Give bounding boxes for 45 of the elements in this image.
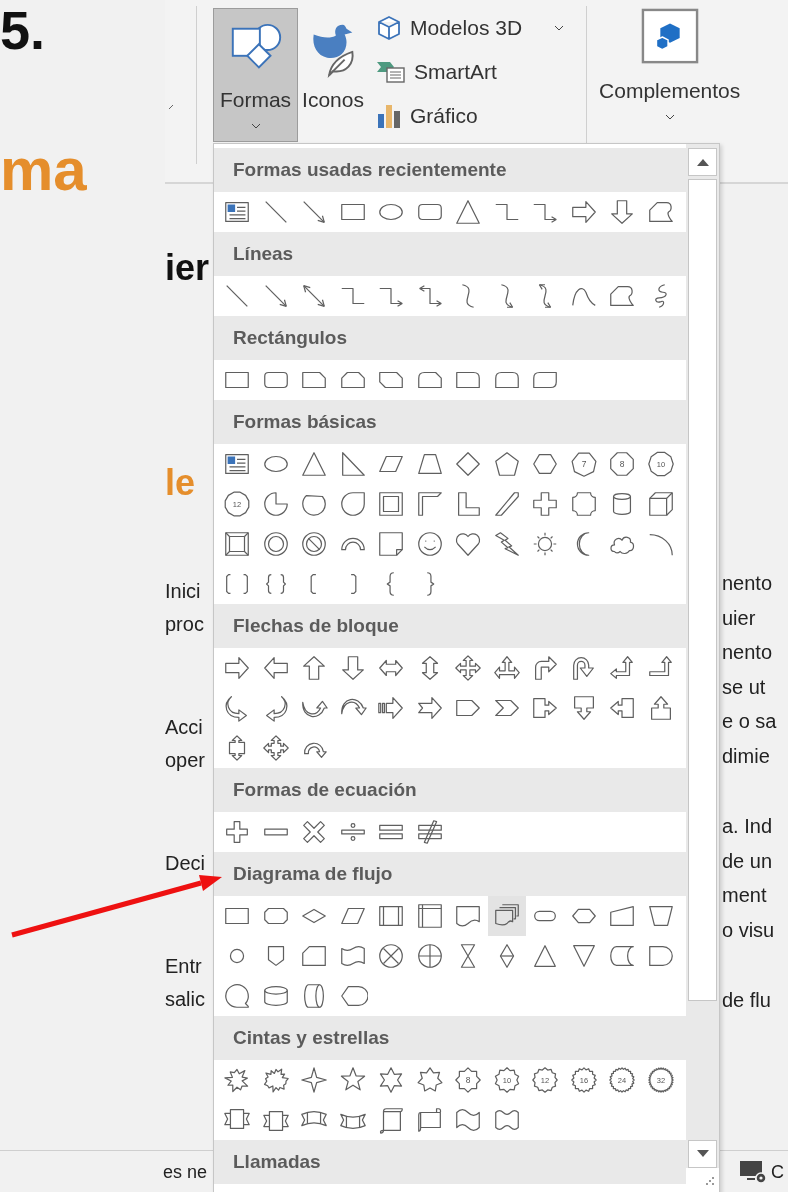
cube-icon <box>376 15 402 41</box>
caret-icon <box>554 25 565 31</box>
cubes-icon <box>639 8 700 66</box>
smartart-button[interactable]: SmartArt <box>376 54 565 90</box>
paragraph-text: nento uier nento se ut e o sa dimie <box>722 571 778 769</box>
launcher-icon[interactable] <box>168 104 174 110</box>
caret-icon <box>250 123 261 129</box>
scroll-up-button[interactable] <box>688 148 717 176</box>
heading-number: 5. <box>0 0 47 60</box>
subheading-text: ier <box>165 246 211 290</box>
models-button[interactable]: Modelos 3D <box>376 10 565 46</box>
scrollbar[interactable] <box>686 144 719 1192</box>
flow-multidocument-shape[interactable] <box>487 896 526 936</box>
gallery-section-heading: Formas usadas recientemente <box>214 148 686 192</box>
scroll-down-button[interactable] <box>688 1140 717 1168</box>
resize-grip-icon[interactable] <box>705 1176 715 1186</box>
icons-button[interactable]: Iconos <box>298 8 368 142</box>
gallery-section-heading: Diagrama de flujo <box>214 852 686 896</box>
scroll-thumb[interactable] <box>688 179 717 1001</box>
gallery-section-heading: Rectángulos <box>214 316 686 360</box>
heading-text: ma <box>0 135 88 205</box>
section-heading: le <box>165 461 197 505</box>
chart-button[interactable]: Gráfico <box>376 98 565 134</box>
gallery-section-heading: Cintas y estrellas <box>214 1016 686 1060</box>
down-triangle-icon <box>696 1150 709 1158</box>
up-triangle-icon <box>696 158 709 166</box>
gallery-section-heading: Líneas <box>214 232 686 276</box>
paragraph-text: de flu <box>722 988 772 1013</box>
gallery-section-heading: Flechas de bloque <box>214 604 686 648</box>
shapes-button[interactable]: Formas <box>213 8 298 142</box>
paragraph-text: Entr salic <box>165 954 206 1012</box>
status-text: C <box>771 1161 784 1183</box>
paragraph-text: Inici proc <box>165 579 205 637</box>
display-settings-icon[interactable] <box>739 1160 767 1184</box>
addins-button[interactable]: Complementos <box>599 8 741 120</box>
status-text: es ne <box>163 1161 208 1183</box>
bar-chart-icon <box>376 103 402 129</box>
gallery-section-heading: Llamadas <box>214 1140 686 1184</box>
paragraph-text: a. Ind de un ment o visu <box>722 814 776 943</box>
gallery-section-heading: Formas básicas <box>214 400 686 444</box>
diagram-icon <box>376 59 406 85</box>
caret-icon <box>664 114 675 120</box>
paragraph-text: Acci oper <box>165 715 207 773</box>
gallery-section-heading: Formas de ecuación <box>214 768 686 812</box>
paragraph-text: Deci <box>165 851 206 876</box>
